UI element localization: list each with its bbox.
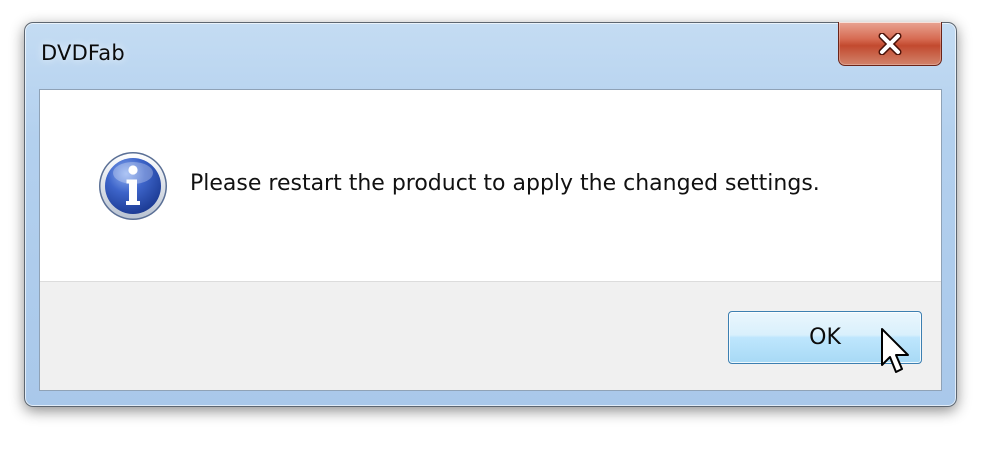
- ok-button[interactable]: OK: [728, 311, 922, 364]
- close-button[interactable]: [838, 22, 942, 66]
- window-title: DVDFab: [41, 41, 125, 65]
- dialog-window: DVDFab Please restart the product to app…: [24, 22, 957, 407]
- close-icon: [878, 32, 902, 55]
- dialog-message: Please restart the product to apply the …: [190, 171, 820, 196]
- button-bar: OK: [40, 281, 941, 390]
- info-icon: [99, 152, 167, 220]
- dialog-client-area: Please restart the product to apply the …: [39, 89, 942, 391]
- message-area: Please restart the product to apply the …: [40, 90, 941, 281]
